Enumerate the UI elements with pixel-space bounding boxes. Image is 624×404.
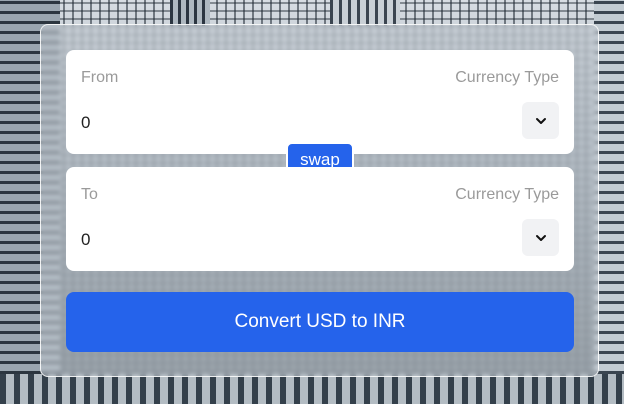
chevron-down-icon xyxy=(535,117,546,124)
building-top-left xyxy=(170,0,210,26)
from-currency-select[interactable] xyxy=(522,102,559,139)
converter-panel: From Currency Type swap To Currency Type… xyxy=(40,24,599,377)
to-field: To Currency Type xyxy=(66,167,574,271)
to-label: To xyxy=(81,186,98,203)
street-level xyxy=(0,374,624,404)
to-amount-input[interactable] xyxy=(81,227,381,253)
from-field: From Currency Type xyxy=(66,50,574,154)
to-currency-select[interactable] xyxy=(522,219,559,256)
from-currency-type-label: Currency Type xyxy=(455,69,559,86)
building-top-right xyxy=(330,0,400,26)
from-amount-input[interactable] xyxy=(81,110,381,136)
convert-button[interactable]: Convert USD to INR xyxy=(66,292,574,352)
chevron-down-icon xyxy=(535,234,546,241)
to-currency-type-label: Currency Type xyxy=(455,186,559,203)
from-label: From xyxy=(81,69,119,86)
